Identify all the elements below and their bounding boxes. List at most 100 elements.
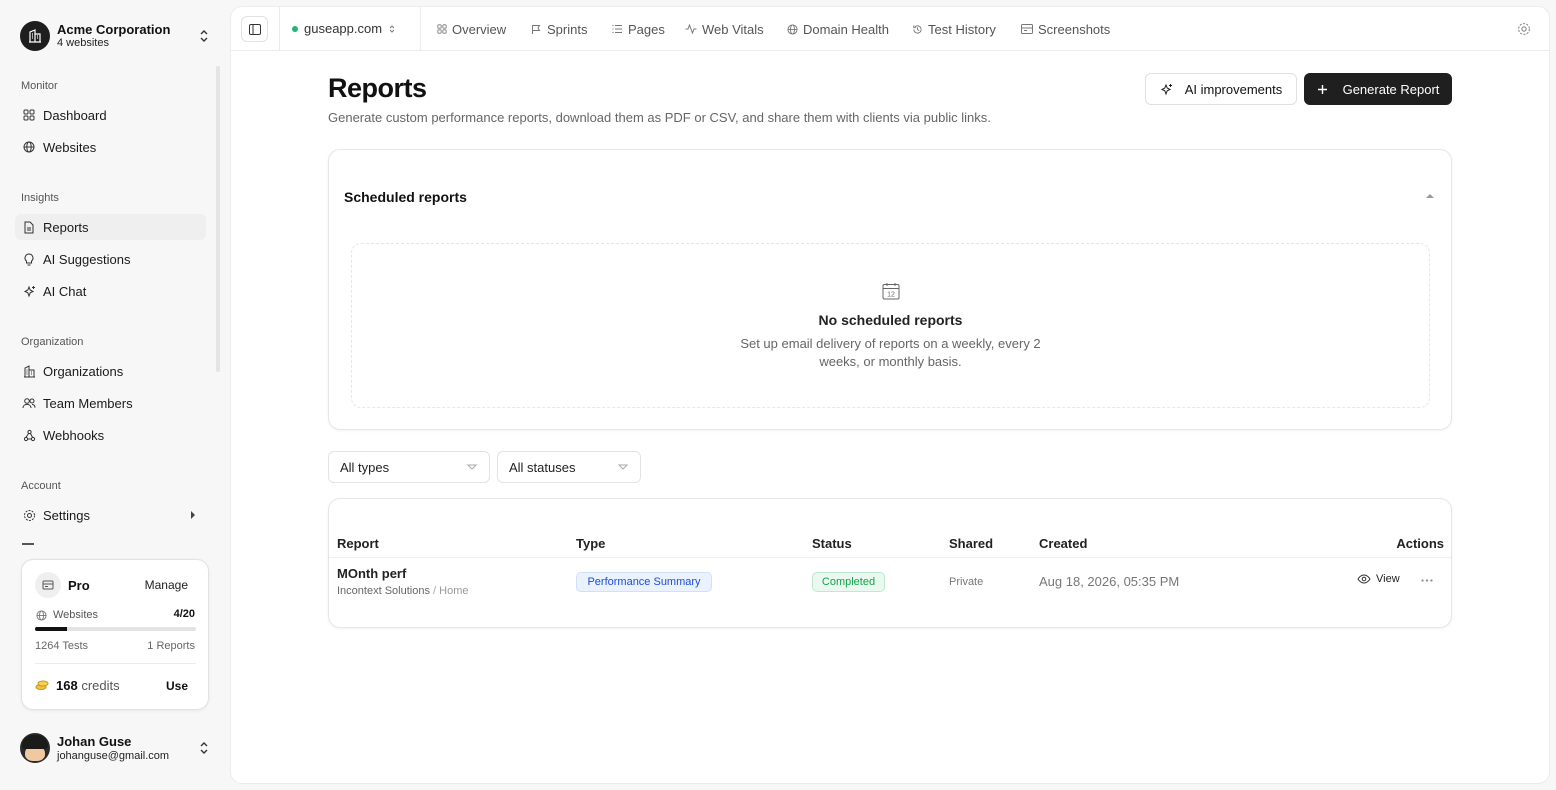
type-badge: Performance Summary bbox=[576, 572, 712, 592]
sidebar-item-reports[interactable]: Reports bbox=[15, 214, 206, 240]
shared-status: Private bbox=[949, 576, 984, 588]
sidebar-item-ai-suggestions[interactable]: AI Suggestions bbox=[15, 246, 206, 272]
grid-icon bbox=[22, 108, 36, 122]
sidebar-item-dashboard[interactable]: Dashboard bbox=[15, 102, 206, 128]
sparkles-icon bbox=[1160, 83, 1172, 95]
generate-report-label: Generate Report bbox=[1342, 81, 1440, 97]
tests-count: 1264 Tests bbox=[35, 640, 89, 652]
eye-icon bbox=[1357, 574, 1371, 584]
section-label-organization: Organization bbox=[21, 336, 84, 348]
user-menu[interactable]: Johan Guse johanguse@gmail.com bbox=[20, 730, 210, 766]
calendar-icon: 12 bbox=[882, 282, 900, 300]
avatar bbox=[20, 733, 50, 763]
page-subtitle: Generate custom performance reports, dow… bbox=[328, 110, 991, 125]
tab-domain-health[interactable]: Domain Health bbox=[787, 21, 889, 37]
empty-description-line2: weeks, or monthly basis. bbox=[819, 354, 962, 369]
org-subtitle: 4 websites bbox=[57, 37, 109, 49]
coins-icon bbox=[35, 679, 49, 691]
sidebar-item-organizations[interactable]: Organizations bbox=[15, 358, 206, 384]
sidebar-item-label: Settings bbox=[43, 507, 90, 523]
credits-label: credits bbox=[81, 678, 120, 693]
settings-button[interactable] bbox=[1517, 22, 1531, 36]
sidebar-item-settings[interactable]: Settings bbox=[15, 502, 206, 528]
manage-plan-button[interactable]: Manage bbox=[145, 578, 188, 592]
tab-label: Sprints bbox=[547, 21, 588, 37]
sidebar-item-label: AI Suggestions bbox=[43, 251, 131, 267]
tab-test-history[interactable]: Test History bbox=[912, 21, 996, 37]
divider bbox=[420, 7, 421, 51]
gear-icon bbox=[1518, 23, 1530, 35]
history-icon bbox=[912, 24, 923, 35]
sidebar-item-ai-chat[interactable]: AI Chat bbox=[15, 278, 206, 304]
sidebar-scrollbar[interactable] bbox=[216, 66, 220, 372]
scheduled-empty-state: 12 No scheduled reports Set up email del… bbox=[351, 243, 1430, 408]
org-switcher[interactable]: Acme Corporation 4 websites bbox=[20, 20, 210, 52]
divider bbox=[279, 7, 280, 51]
type-filter-select[interactable]: All types bbox=[328, 451, 490, 483]
ai-improvements-button[interactable]: AI improvements bbox=[1145, 73, 1297, 105]
empty-title: No scheduled reports bbox=[818, 312, 963, 328]
more-horizontal-icon bbox=[1421, 579, 1433, 582]
sidebar: Acme Corporation 4 websites Monitor Dash… bbox=[0, 0, 222, 790]
divider bbox=[35, 663, 196, 664]
sidebar-item-websites[interactable]: Websites bbox=[15, 134, 206, 160]
use-credits-button[interactable]: Use bbox=[166, 679, 188, 693]
reports-count: 1 Reports bbox=[147, 640, 195, 652]
file-icon bbox=[22, 220, 36, 234]
chevrons-updown-icon bbox=[198, 27, 210, 45]
chevrons-updown-icon bbox=[389, 24, 395, 33]
scheduled-reports-title: Scheduled reports bbox=[344, 189, 467, 205]
sidebar-item-partial bbox=[22, 541, 122, 545]
plus-icon bbox=[1317, 84, 1327, 94]
chevron-up-icon bbox=[1426, 194, 1434, 198]
column-header-actions: Actions bbox=[1396, 536, 1444, 551]
status-filter-value: All statuses bbox=[509, 459, 576, 475]
status-filter-select[interactable]: All statuses bbox=[497, 451, 641, 483]
tab-label: Pages bbox=[628, 21, 665, 37]
tab-screenshots[interactable]: Screenshots bbox=[1021, 21, 1110, 37]
tab-sprints[interactable]: Sprints bbox=[531, 21, 587, 37]
caret-right-icon bbox=[190, 510, 196, 520]
generate-report-button[interactable]: Generate Report bbox=[1304, 73, 1452, 105]
sidebar-item-label: Dashboard bbox=[43, 107, 107, 123]
ai-improvements-label: AI improvements bbox=[1184, 81, 1283, 97]
activity-icon bbox=[685, 24, 697, 34]
section-label-account: Account bbox=[21, 480, 61, 492]
org-name: Acme Corporation bbox=[57, 22, 171, 37]
report-path-separator: / bbox=[433, 585, 437, 597]
reports-table: Report Type Status Shared Created Action… bbox=[328, 498, 1452, 628]
tab-label: Overview bbox=[452, 21, 507, 37]
image-icon bbox=[1021, 24, 1033, 34]
sidebar-item-team-members[interactable]: Team Members bbox=[15, 390, 206, 416]
panel-left-icon bbox=[248, 23, 261, 35]
sidebar-toggle-button[interactable] bbox=[241, 16, 268, 42]
collapse-toggle[interactable] bbox=[1425, 193, 1435, 199]
lightbulb-icon bbox=[22, 252, 36, 266]
sidebar-item-label: Webhooks bbox=[43, 427, 105, 443]
flag-icon bbox=[531, 24, 542, 35]
grid-icon bbox=[437, 24, 447, 34]
tab-overview[interactable]: Overview bbox=[437, 21, 506, 37]
site-switcher[interactable]: guseapp.com bbox=[292, 21, 396, 36]
credits: 168 credits bbox=[56, 678, 120, 693]
websites-progress bbox=[35, 627, 196, 631]
building-icon bbox=[29, 29, 41, 43]
site-status-dot bbox=[292, 25, 298, 32]
report-name[interactable]: MOnth perf bbox=[337, 566, 406, 581]
page-title: Reports bbox=[328, 73, 427, 103]
plan-name: Pro bbox=[68, 578, 90, 593]
calendar-day: 12 bbox=[887, 292, 895, 299]
chevron-down-icon bbox=[467, 464, 477, 470]
tab-pages[interactable]: Pages bbox=[612, 21, 665, 37]
table-row[interactable]: MOnth perf Incontext Solutions / Home Pe… bbox=[329, 558, 1451, 608]
sidebar-item-webhooks[interactable]: Webhooks bbox=[15, 422, 206, 448]
type-filter-value: All types bbox=[340, 459, 390, 475]
tab-web-vitals[interactable]: Web Vitals bbox=[685, 21, 764, 37]
view-button[interactable]: View bbox=[1357, 573, 1400, 585]
more-actions-button[interactable] bbox=[1421, 579, 1433, 582]
sidebar-item-label: AI Chat bbox=[43, 283, 87, 299]
site-name: guseapp.com bbox=[304, 21, 383, 36]
globe-icon bbox=[787, 23, 798, 35]
report-org: Incontext Solutions bbox=[337, 585, 430, 597]
sidebar-item-label: Reports bbox=[43, 219, 89, 235]
